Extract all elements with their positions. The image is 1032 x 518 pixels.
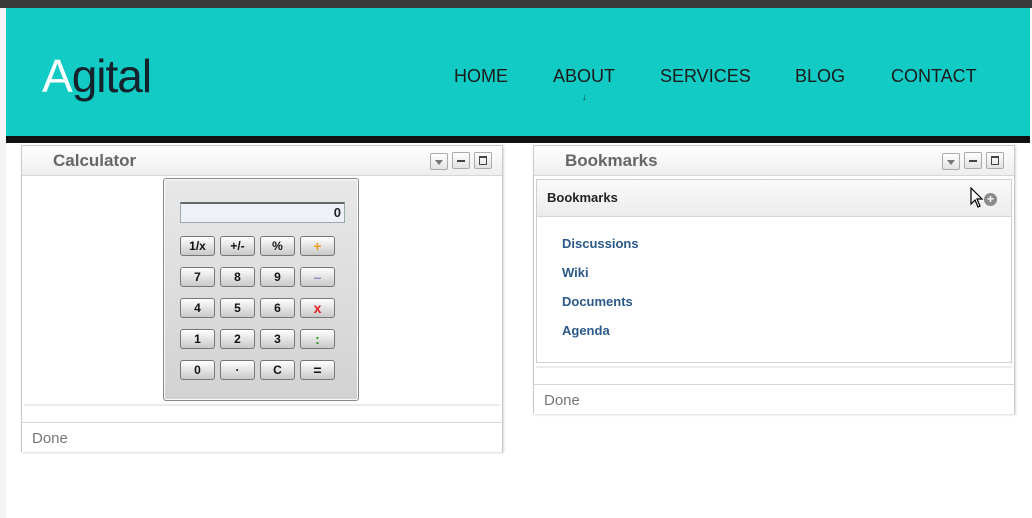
bookmark-link-agenda[interactable]: Agenda — [562, 323, 610, 338]
header-bottom-border — [6, 136, 1030, 143]
key-8[interactable]: 8 — [220, 267, 255, 287]
key-0[interactable]: 0 — [180, 360, 215, 380]
maximize-icon[interactable] — [474, 152, 492, 169]
calculator-status-text: Done — [32, 430, 68, 447]
top-dark-strip — [0, 0, 1032, 8]
key-percent[interactable]: % — [260, 236, 295, 256]
bookmarks-portlet: Bookmarks Bookmarks + Discussions Wiki D… — [533, 145, 1015, 414]
calculator-title: Calculator — [53, 151, 137, 170]
key-subtract[interactable]: – — [300, 267, 335, 287]
key-7[interactable]: 7 — [180, 267, 215, 287]
bookmarks-titlebar: Bookmarks — [534, 146, 1014, 176]
key-equals[interactable]: = — [300, 360, 335, 380]
bookmarks-panel: Bookmarks + Discussions Wiki Documents A… — [536, 179, 1012, 363]
bookmark-link-discussions[interactable]: Discussions — [562, 236, 639, 251]
nav-about-label: ABOUT — [553, 66, 616, 86]
bookmarks-panel-header: Bookmarks + — [537, 180, 1011, 217]
bookmarks-status-bar: Done — [534, 384, 1014, 414]
key-4[interactable]: 4 — [180, 298, 215, 318]
nav-contact[interactable]: CONTACT — [891, 66, 977, 87]
key-negate[interactable]: +/- — [220, 236, 255, 256]
key-reciprocal[interactable]: 1/x — [180, 236, 215, 256]
key-2[interactable]: 2 — [220, 329, 255, 349]
minimize-icon[interactable] — [964, 152, 982, 169]
nav-home[interactable]: HOME — [454, 66, 508, 87]
key-9[interactable]: 9 — [260, 267, 295, 287]
key-clear[interactable]: C — [260, 360, 295, 380]
key-6[interactable]: 6 — [260, 298, 295, 318]
key-decimal[interactable]: · — [220, 360, 255, 380]
key-divide[interactable]: : — [300, 329, 335, 349]
mouse-cursor-icon — [970, 187, 984, 208]
bookmarks-section-title: Bookmarks — [547, 190, 618, 205]
calculator-status-bar: Done — [22, 422, 502, 452]
portlet-separator — [536, 366, 1012, 368]
key-add[interactable]: + — [300, 236, 335, 256]
bookmark-link-documents[interactable]: Documents — [562, 294, 633, 309]
portlet-separator — [24, 404, 500, 406]
key-multiply[interactable]: x — [300, 298, 335, 318]
menu-dropdown-icon[interactable] — [430, 153, 448, 170]
nav-services[interactable]: SERVICES — [660, 66, 751, 87]
menu-dropdown-icon[interactable] — [942, 153, 960, 170]
maximize-icon[interactable] — [986, 152, 1004, 169]
calculator-titlebar: Calculator — [22, 146, 502, 176]
nav-blog[interactable]: BLOG — [795, 66, 845, 87]
key-3[interactable]: 3 — [260, 329, 295, 349]
add-circle-icon[interactable]: + — [984, 193, 997, 206]
bookmarks-title: Bookmarks — [565, 151, 658, 170]
calculator-display: 0 — [180, 202, 345, 223]
bookmark-link-wiki[interactable]: Wiki — [562, 265, 589, 280]
main-nav: HOME ABOUT ↓ SERVICES BLOG CONTACT — [6, 66, 1030, 102]
calculator-portlet: Calculator 0 1/x +/- % + 7 8 9 – 4 5 6 x… — [21, 145, 503, 452]
key-5[interactable]: 5 — [220, 298, 255, 318]
minimize-icon[interactable] — [452, 152, 470, 169]
nav-about[interactable]: ABOUT ↓ — [553, 66, 616, 102]
site-header: Agital HOME ABOUT ↓ SERVICES BLOG CONTACT — [6, 8, 1030, 136]
key-1[interactable]: 1 — [180, 329, 215, 349]
submenu-arrow-icon: ↓ — [582, 92, 587, 102]
bookmarks-status-text: Done — [544, 392, 580, 409]
calculator-widget: 0 1/x +/- % + 7 8 9 – 4 5 6 x 1 2 3 : 0 … — [163, 178, 359, 401]
